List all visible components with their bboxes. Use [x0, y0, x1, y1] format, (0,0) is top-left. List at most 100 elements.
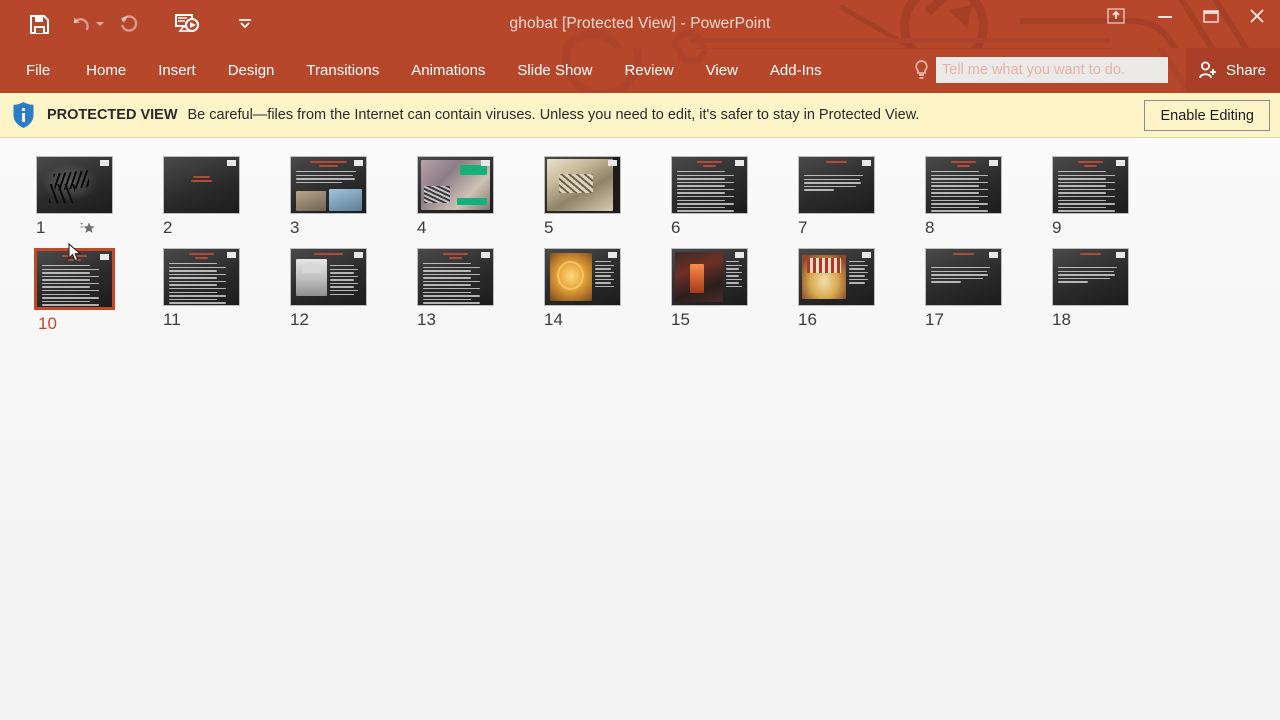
slide-number: 9 [1052, 218, 1062, 237]
slide-number: 15 [671, 310, 690, 329]
slide-thumbnail[interactable] [290, 156, 367, 214]
slide-number-label: 7 [786, 218, 807, 238]
undo-dropdown-icon[interactable] [96, 22, 104, 26]
slide-thumbnail-cell[interactable]: 14 [532, 248, 659, 334]
slide-number-label: 18 [1040, 310, 1071, 330]
slide-thumbnail-cell[interactable]: 8 [913, 156, 1040, 238]
window-controls [1090, 0, 1280, 40]
slide-number-label: 1 [24, 218, 97, 238]
slide-thumbnail-cell[interactable]: 16 [786, 248, 913, 334]
slide-thumbnail-cell[interactable]: 1 [24, 156, 151, 238]
tell-me-input[interactable]: Tell me what you want to do. [936, 57, 1168, 83]
slide-corner-marker [608, 160, 617, 166]
slide-corner-marker [354, 160, 363, 166]
slide-number: 3 [290, 218, 300, 237]
slide-thumbnail[interactable] [544, 248, 621, 306]
close-button[interactable] [1234, 0, 1280, 32]
tab-animations[interactable]: Animations [395, 48, 501, 92]
slide-thumbnail[interactable] [290, 248, 367, 306]
slide-corner-marker [862, 160, 871, 166]
slide-corner-marker [989, 252, 998, 258]
undo-button[interactable] [64, 7, 98, 41]
slide-thumbnail[interactable] [417, 156, 494, 214]
slide-thumbnail-cell[interactable]: 3 [278, 156, 405, 238]
slide-thumbnail[interactable] [544, 156, 621, 214]
slide-corner-marker [354, 252, 363, 258]
slide-thumbnail-cell[interactable]: 17 [913, 248, 1040, 334]
ribbon-display-options-button[interactable] [1090, 0, 1142, 32]
slide-thumbnail[interactable] [925, 156, 1002, 214]
slide-thumbnail-cell[interactable]: 18 [1040, 248, 1167, 334]
slide-number-label: 13 [405, 310, 436, 330]
slide-thumbnail-cell[interactable]: 7 [786, 156, 913, 238]
tab-transitions[interactable]: Transitions [290, 48, 395, 92]
slide-number: 17 [925, 310, 944, 329]
slide-number-label: 10 [24, 314, 57, 334]
slide-number-label: 14 [532, 310, 563, 330]
minimize-button[interactable] [1142, 0, 1188, 32]
tab-insert[interactable]: Insert [142, 48, 212, 92]
tab-home[interactable]: Home [70, 48, 142, 92]
protected-view-message: Be careful—files from the Internet can c… [187, 107, 920, 123]
slide-number-label: 2 [151, 218, 172, 238]
slide-thumbnail-cell[interactable]: 11 [151, 248, 278, 334]
tab-slide-show[interactable]: Slide Show [501, 48, 608, 92]
slide-thumbnail[interactable] [1052, 248, 1129, 306]
save-button[interactable] [22, 7, 56, 41]
slide-number: 6 [671, 218, 681, 237]
slide-corner-marker [481, 160, 490, 166]
redo-button[interactable] [112, 7, 146, 41]
slide-number-label: 3 [278, 218, 299, 238]
share-button-label: Share [1225, 61, 1266, 79]
slide-number-label: 9 [1040, 218, 1061, 238]
slide-thumbnail[interactable] [34, 248, 115, 310]
enable-editing-button[interactable]: Enable Editing [1144, 100, 1270, 131]
slide-corner-marker [227, 160, 236, 166]
slide-thumbnail-cell[interactable]: 4 [405, 156, 532, 238]
slide-number: 13 [417, 310, 436, 329]
slide-thumbnail[interactable] [671, 156, 748, 214]
slide-thumbnail-cell[interactable]: 13 [405, 248, 532, 334]
lightbulb-icon [913, 59, 930, 81]
share-button[interactable]: Share [1185, 48, 1280, 92]
customize-qat-button[interactable] [232, 7, 258, 41]
slide-thumbnail[interactable] [798, 156, 875, 214]
slide-thumbnail-cell[interactable]: 2 [151, 156, 278, 238]
tab-review[interactable]: Review [608, 48, 689, 92]
slide-number: 4 [417, 218, 427, 237]
slide-thumbnail[interactable] [798, 248, 875, 306]
slide-thumbnail[interactable] [671, 248, 748, 306]
slide-thumbnail[interactable] [163, 156, 240, 214]
slide-thumbnail[interactable] [417, 248, 494, 306]
slide-thumbnail[interactable] [36, 156, 113, 214]
slide-thumbnail-cell[interactable]: 12 [278, 248, 405, 334]
tab-design[interactable]: Design [212, 48, 291, 92]
restore-button[interactable] [1188, 0, 1234, 32]
start-slideshow-button[interactable] [170, 7, 204, 41]
tab-file[interactable]: File [26, 48, 70, 92]
slide-thumbnail-cell[interactable]: 6 [659, 156, 786, 238]
slide-grid: 1 2 3 4 5 6 7 8 9 10 11 12 13 14 15 16 17 18 [0, 156, 1280, 344]
slide-number-label: 8 [913, 218, 934, 238]
slide-thumbnail[interactable] [925, 248, 1002, 306]
slide-number-label: 16 [786, 310, 817, 330]
tab-view[interactable]: View [690, 48, 754, 92]
slide-corner-marker [608, 252, 617, 258]
decorative-arrow-shaft [924, 0, 964, 16]
info-shield-icon [12, 101, 35, 129]
tab-add-ins[interactable]: Add-Ins [754, 48, 838, 92]
slide-sorter-pane[interactable]: 1 2 3 4 5 6 7 8 9 10 11 12 13 14 15 16 17 18 [0, 138, 1280, 720]
slide-number-label: 5 [532, 218, 553, 238]
slide-thumbnail-cell[interactable]: 9 [1040, 156, 1167, 238]
slide-thumbnail-cell[interactable]: 10 [24, 248, 151, 334]
slide-thumbnail-cell[interactable]: 5 [532, 156, 659, 238]
slide-number: 8 [925, 218, 935, 237]
slide-number: 5 [544, 218, 554, 237]
slide-thumbnail[interactable] [1052, 156, 1129, 214]
animation-star-icon[interactable] [79, 219, 97, 237]
slide-number: 12 [290, 310, 309, 329]
slide-thumbnail-cell[interactable]: 15 [659, 248, 786, 334]
slide-number: 7 [798, 218, 808, 237]
slide-corner-marker [989, 160, 998, 166]
slide-thumbnail[interactable] [163, 248, 240, 306]
